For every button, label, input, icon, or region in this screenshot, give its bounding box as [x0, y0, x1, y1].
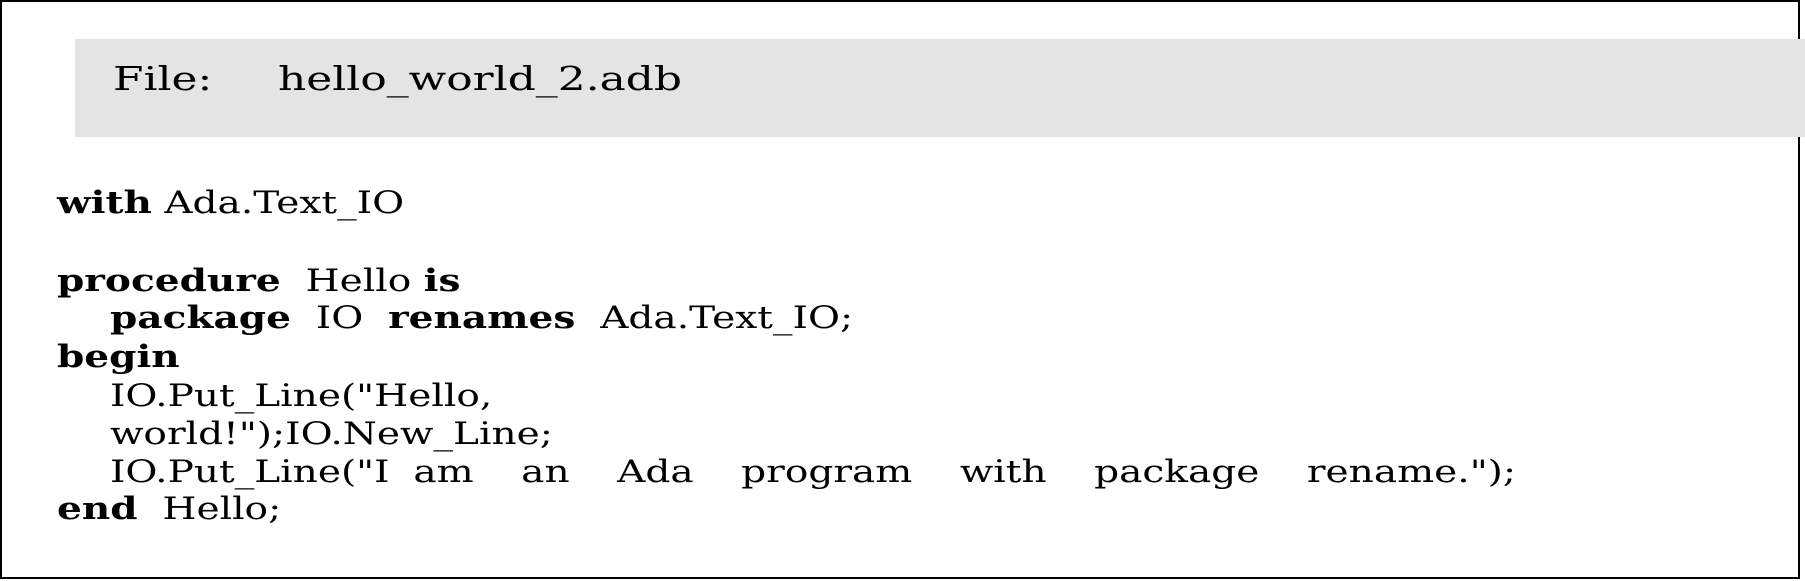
code-line: IO.Put_Line("Hello, — [110, 381, 492, 412]
keyword-begin: begin — [57, 339, 180, 375]
keyword-renames: renames — [388, 300, 576, 336]
code-line: procedure Hello is — [57, 266, 460, 297]
code-text: Hello — [280, 263, 424, 299]
code-line: IO.Put_Line("I am an Ada program with pa… — [110, 457, 1516, 488]
code-line: begin — [57, 342, 180, 373]
code-text: world!");IO.New_Line; — [110, 416, 553, 452]
file-label: File: — [113, 59, 213, 98]
code-text: IO.Put_Line("I am an Ada program with pa… — [110, 454, 1517, 490]
code-text: Hello; — [137, 491, 282, 527]
keyword-is: is — [423, 263, 461, 299]
code-text: Ada.Text_IO — [151, 185, 405, 221]
code-text: IO — [290, 300, 389, 336]
keyword-package: package — [110, 300, 291, 336]
keyword-with: with — [57, 185, 152, 221]
code-text: IO.Put_Line("Hello, — [110, 378, 493, 414]
file-name: hello_world_2.adb — [278, 59, 682, 98]
keyword-procedure: procedure — [57, 263, 281, 299]
code-line: with Ada.Text_IO — [57, 188, 404, 219]
keyword-end: end — [57, 491, 138, 527]
code-text: Ada.Text_IO; — [575, 300, 854, 336]
code-line: end Hello; — [57, 494, 281, 525]
code-line: package IO renames Ada.Text_IO; — [110, 303, 853, 334]
code-line: world!");IO.New_Line; — [110, 419, 553, 450]
